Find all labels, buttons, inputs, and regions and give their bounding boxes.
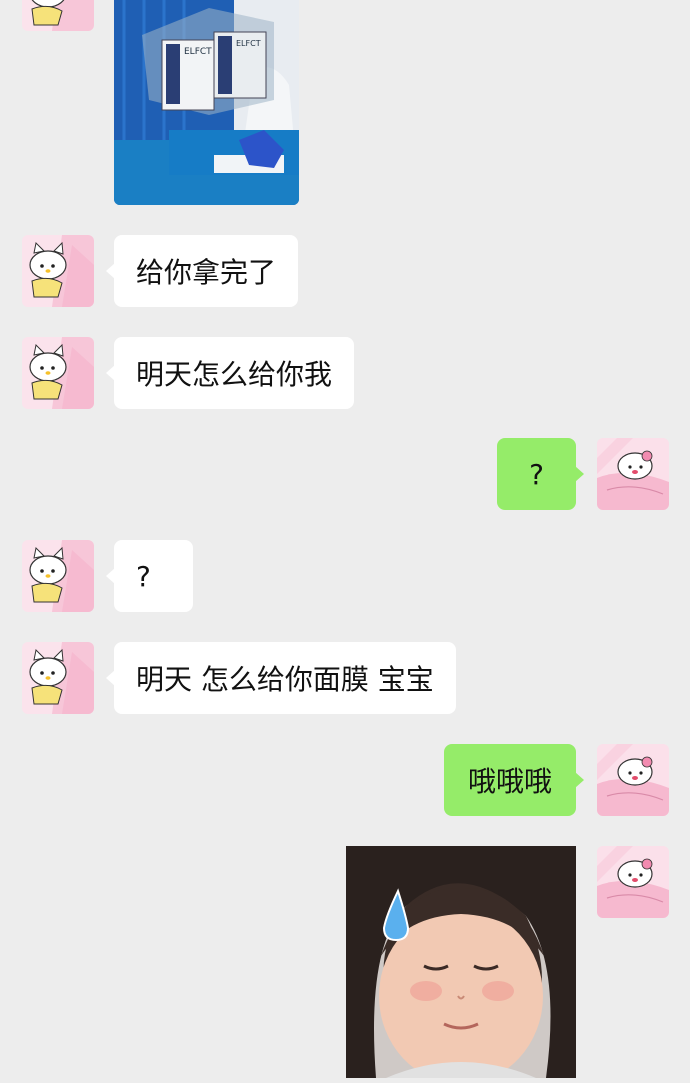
incoming-message[interactable]: ? <box>106 540 193 612</box>
my-avatar[interactable] <box>597 846 669 918</box>
contact-avatar[interactable] <box>22 0 94 31</box>
message-text: 哦哦哦 <box>467 765 552 798</box>
my-avatar[interactable] <box>597 744 669 816</box>
message-text: 明天 怎么给你面膜 宝宝 <box>136 663 434 696</box>
shared-product-photo[interactable]: ELFCT ELFCT <box>114 0 299 205</box>
outgoing-message[interactable]: ? <box>497 438 584 510</box>
box-brand-label: ELFCT <box>184 47 212 57</box>
message-text: ? <box>136 559 151 593</box>
contact-avatar[interactable] <box>22 642 94 714</box>
svg-text:ELFCT: ELFCT <box>236 39 261 48</box>
incoming-message[interactable]: 明天 怎么给你面膜 宝宝 <box>106 642 456 714</box>
message-text: 给你拿完了 <box>136 256 277 289</box>
incoming-message[interactable]: 给你拿完了 <box>105 235 299 307</box>
girl-sweat-sticker[interactable] <box>346 846 576 1078</box>
message-text: ? <box>529 457 544 491</box>
message-text: 明天怎么给你我 <box>136 358 333 391</box>
contact-avatar[interactable] <box>22 337 94 409</box>
contact-avatar[interactable] <box>22 540 94 612</box>
contact-avatar[interactable] <box>22 235 94 307</box>
incoming-message[interactable]: 明天怎么给你我 <box>105 337 355 409</box>
my-avatar[interactable] <box>597 438 669 510</box>
outgoing-message[interactable]: 哦哦哦 <box>444 744 584 816</box>
